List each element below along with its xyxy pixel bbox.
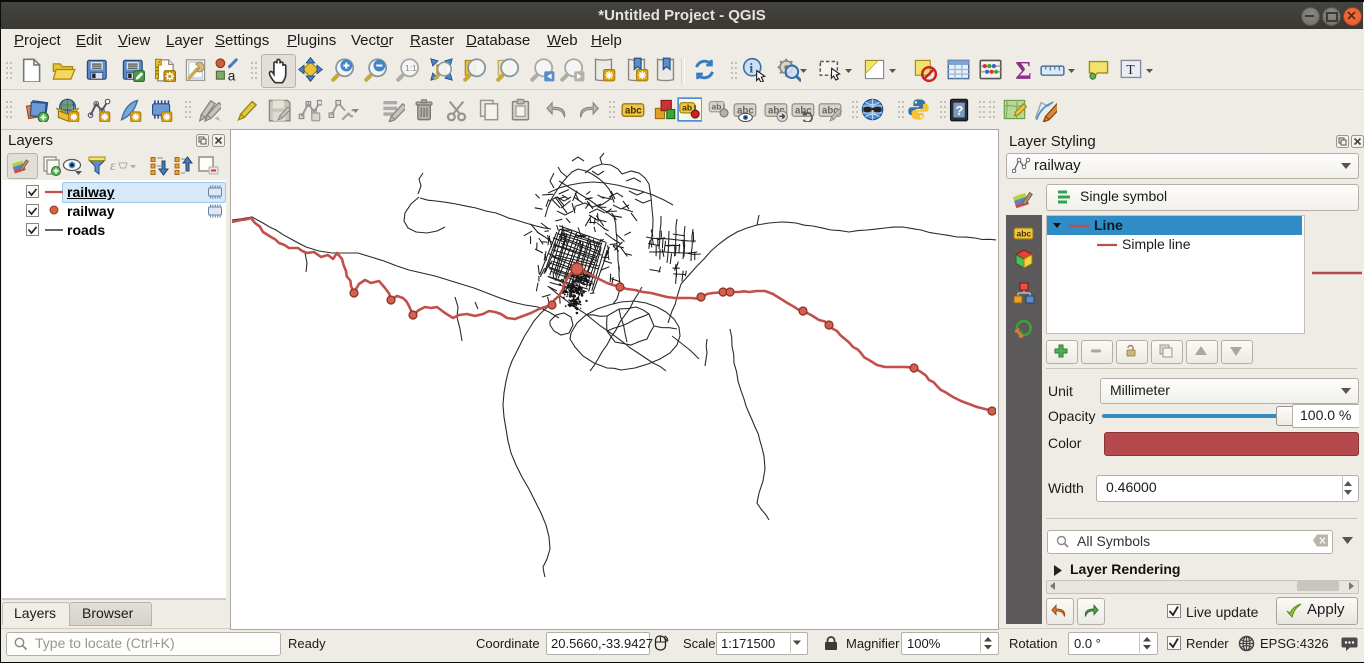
svg-text:ab: ab [682,103,692,113]
svg-text:1:1: 1:1 [405,63,417,73]
svg-text:?: ? [956,104,964,118]
svg-text:ab: ab [712,102,722,112]
svg-text:ε: ε [110,159,116,174]
svg-text:Σ: Σ [1015,58,1031,82]
svg-text:a: a [228,68,236,82]
svg-text:i: i [749,60,753,75]
svg-text:abc: abc [1017,229,1032,239]
svg-text:T: T [1126,62,1135,77]
svg-text:abc: abc [625,105,642,116]
